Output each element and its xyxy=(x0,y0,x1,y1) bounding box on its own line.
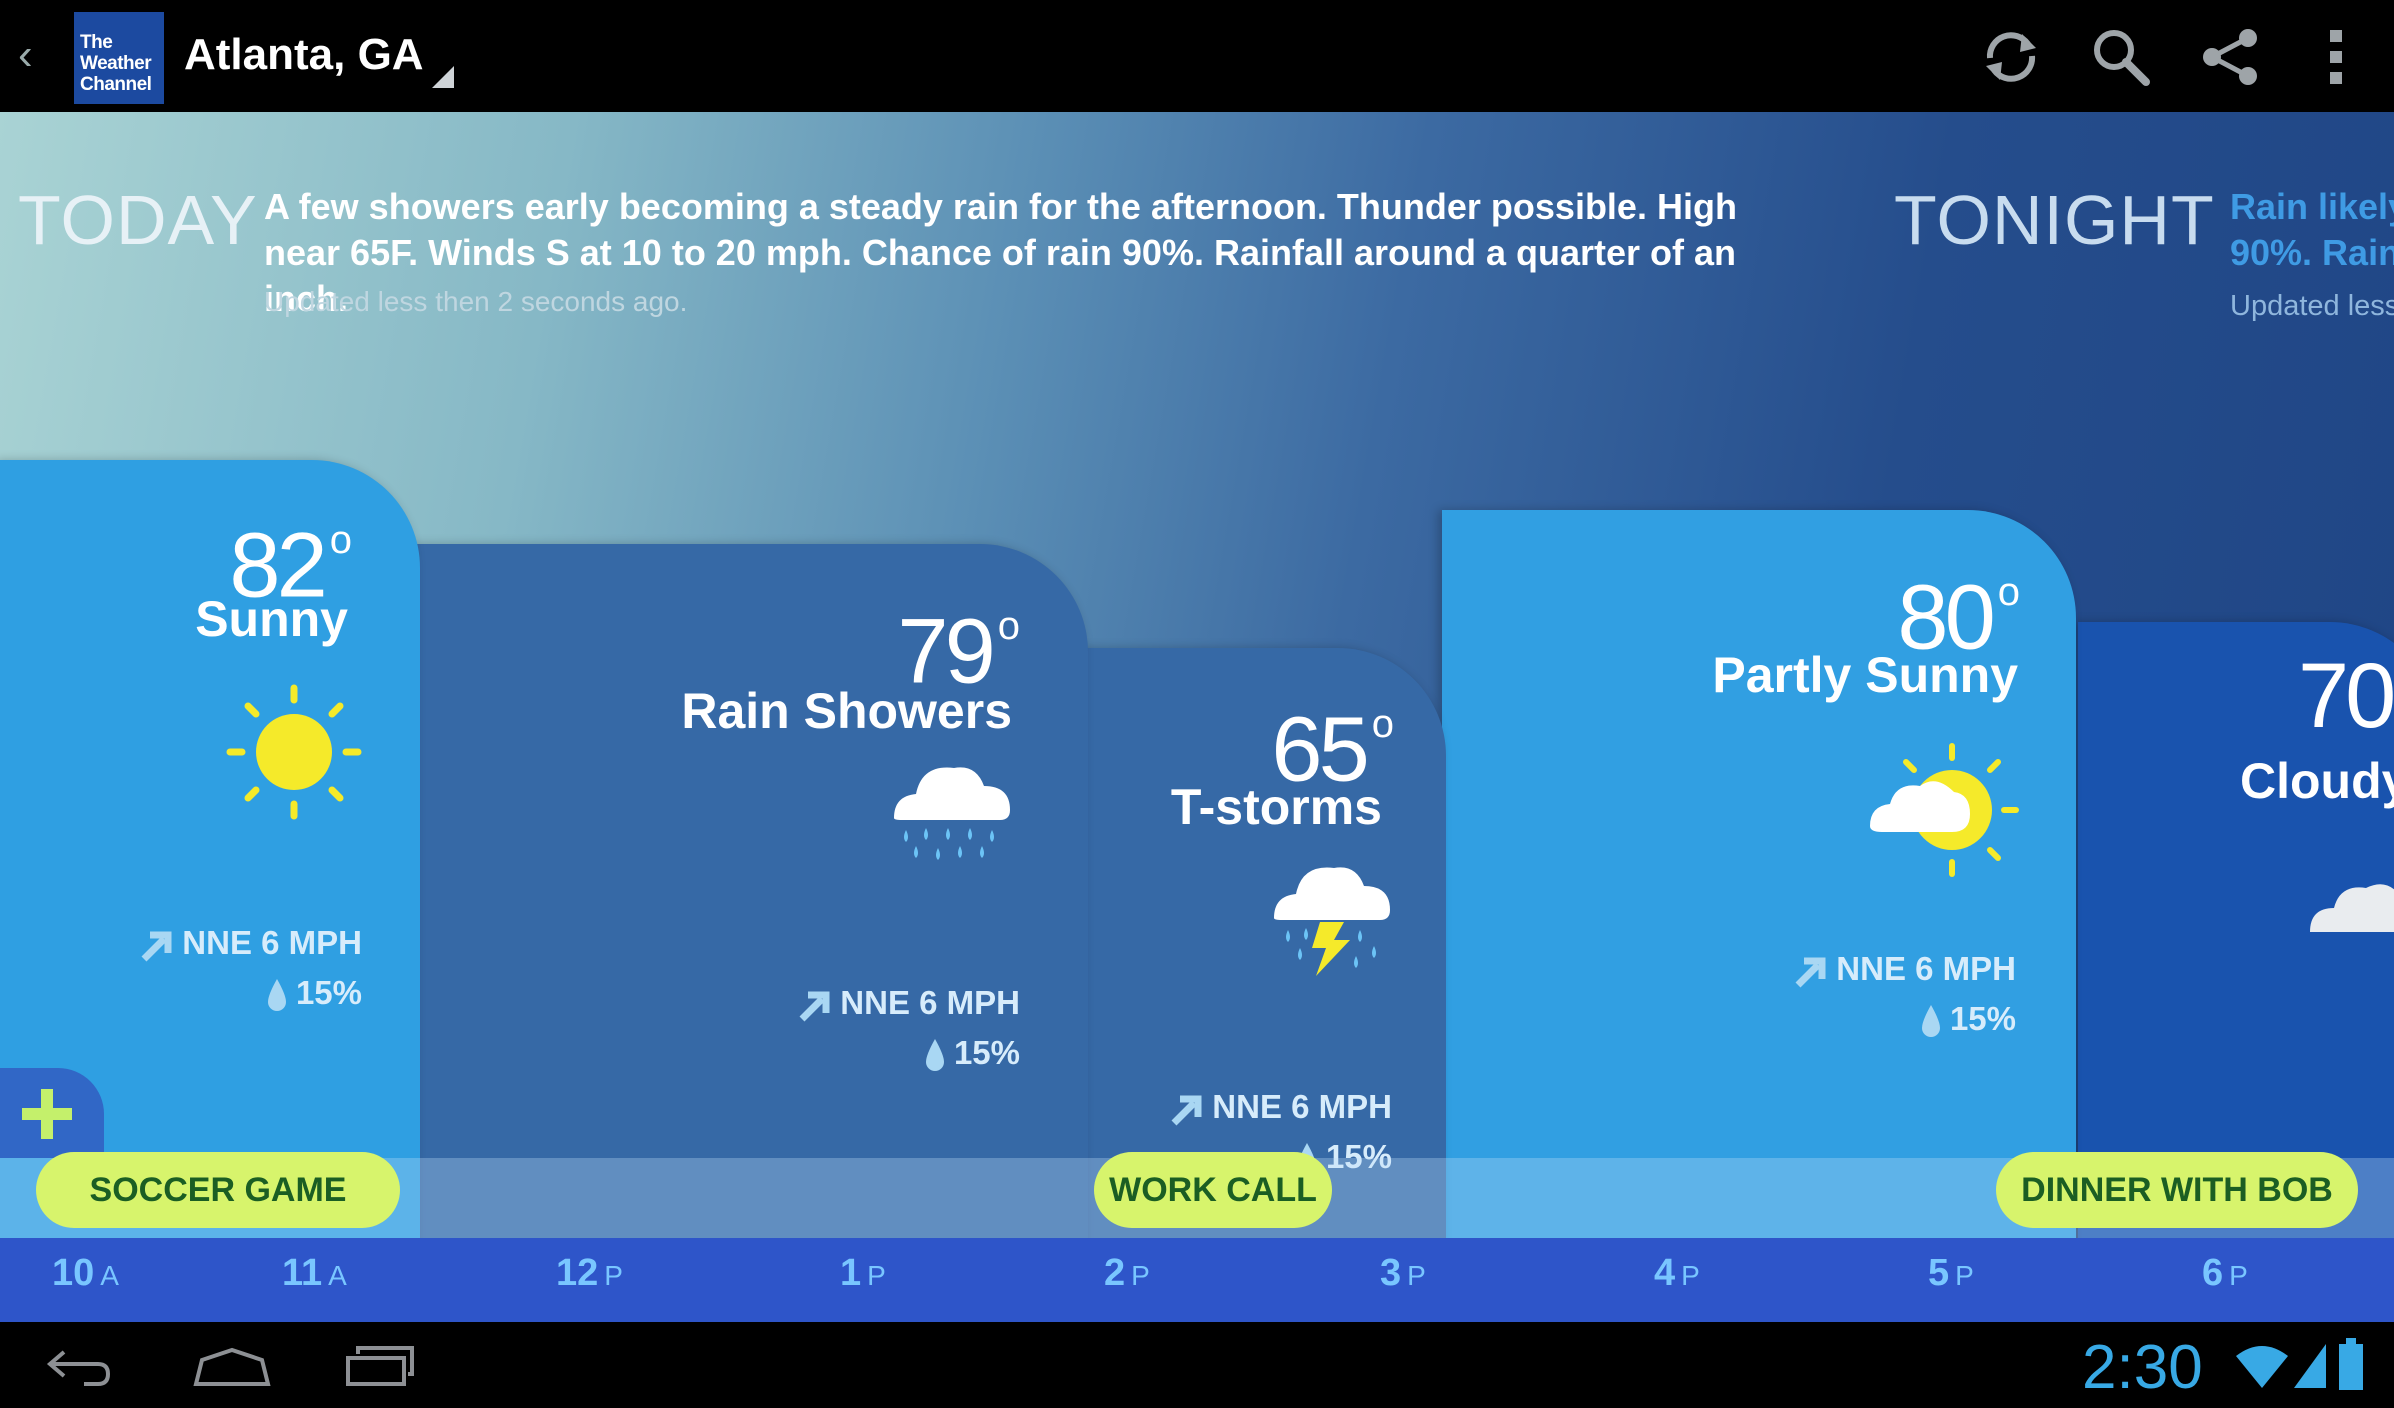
wind-info: NNE 6 MPH xyxy=(1794,950,2016,989)
condition-label: Rain Showers xyxy=(681,683,1012,739)
today-label: TODAY xyxy=(18,181,258,259)
wind-direction-icon xyxy=(141,931,172,962)
wifi-icon xyxy=(2236,1346,2288,1388)
raindrop-icon xyxy=(925,1039,944,1072)
forecast-panel: TODAY A few showers early becoming a ste… xyxy=(0,112,2394,1322)
location-selector[interactable]: Atlanta, GA xyxy=(184,30,424,80)
hour-tick[interactable]: 3P xyxy=(1380,1252,1426,1295)
wind-direction-icon xyxy=(1171,1095,1202,1126)
sun-icon xyxy=(226,684,362,820)
hour-timeline: 10 A 11 A 12 P 1P 2P 3P 4P 5P 6P xyxy=(0,1238,2394,1322)
wind-info: NNE 6 MPH xyxy=(140,924,362,963)
share-icon[interactable] xyxy=(2198,24,2264,90)
back-chevron-icon[interactable]: ‹ xyxy=(18,30,33,80)
battery-icon xyxy=(2339,1338,2363,1390)
logo-line: The xyxy=(80,32,113,53)
cloud-icon xyxy=(2310,884,2394,932)
tonight-summary-line: 90%. Rain xyxy=(2230,232,2394,273)
tonight-summary-line: Rain likely xyxy=(2230,186,2394,227)
search-icon[interactable] xyxy=(2088,24,2154,90)
tonight-label: TONIGHT xyxy=(1894,181,2215,259)
tonight-summary: Rain likely 90%. Rain xyxy=(2230,184,2394,276)
hour-tick[interactable]: 5P xyxy=(1928,1252,1974,1295)
hour-tick[interactable]: 2P xyxy=(1104,1252,1150,1295)
raindrop-icon xyxy=(267,979,286,1012)
status-clock: 2:30 xyxy=(2082,1333,2203,1402)
refresh-icon[interactable] xyxy=(1978,24,2044,90)
plus-icon xyxy=(41,1089,53,1139)
partly-sunny-icon xyxy=(1870,743,2019,877)
recent-apps-icon[interactable] xyxy=(344,1344,416,1388)
signal-icon xyxy=(2294,1344,2326,1388)
thunderstorm-icon xyxy=(1274,867,1390,976)
weather-channel-logo[interactable]: The Weather Channel xyxy=(74,12,164,104)
precip-chance: 15% xyxy=(1918,1000,2016,1039)
events-band: SOCCER GAME WORK CALL DINNER WITH BOB xyxy=(0,1152,2394,1238)
logo-line: Channel xyxy=(80,74,152,95)
event-soccer-game[interactable]: SOCCER GAME xyxy=(36,1152,400,1228)
hour-tick[interactable]: 12 P xyxy=(556,1252,623,1295)
action-bar: ‹ The Weather Channel Atlanta, GA xyxy=(0,0,2394,112)
logo-line: Weather xyxy=(80,53,152,74)
hour-tick[interactable]: 4P xyxy=(1654,1252,1700,1295)
system-nav-bar: 2:30 xyxy=(0,1322,2394,1408)
tonight-updated-text: Updated less xyxy=(2230,290,2394,322)
hour-tick[interactable]: 11 A xyxy=(282,1252,347,1295)
add-event-button[interactable] xyxy=(0,1068,104,1158)
event-work-call[interactable]: WORK CALL xyxy=(1094,1152,1332,1228)
today-updated-text: Updated less then 2 seconds ago. xyxy=(264,286,688,317)
condition-label: Sunny xyxy=(195,591,348,647)
back-nav-icon[interactable] xyxy=(44,1344,112,1388)
hour-tick[interactable]: 1P xyxy=(840,1252,886,1295)
condition-label: Partly Sunny xyxy=(1712,647,2018,703)
overflow-menu-icon[interactable] xyxy=(2302,24,2368,90)
hour-tick[interactable]: 6P xyxy=(2202,1252,2248,1295)
event-dinner-with-bob[interactable]: DINNER WITH BOB xyxy=(1996,1152,2358,1228)
wind-direction-icon xyxy=(1795,957,1826,988)
condition-label: T-storms xyxy=(1170,779,1382,835)
wind-info: NNE 6 MPH xyxy=(798,984,1020,1023)
home-nav-icon[interactable] xyxy=(190,1344,274,1388)
temperature: 70 xyxy=(2298,645,2394,747)
raindrop-icon xyxy=(1921,1005,1940,1038)
hour-tick[interactable]: 10 A xyxy=(52,1252,119,1295)
rain-cloud-icon xyxy=(894,767,1010,860)
wind-direction-icon xyxy=(799,991,830,1022)
precip-chance: 15% xyxy=(922,1034,1020,1073)
condition-label: Cloudy xyxy=(2240,753,2394,809)
wind-info: NNE 6 MPH xyxy=(1170,1088,1392,1127)
precip-chance: 15% xyxy=(264,974,362,1013)
dropdown-caret-icon[interactable] xyxy=(432,66,454,88)
